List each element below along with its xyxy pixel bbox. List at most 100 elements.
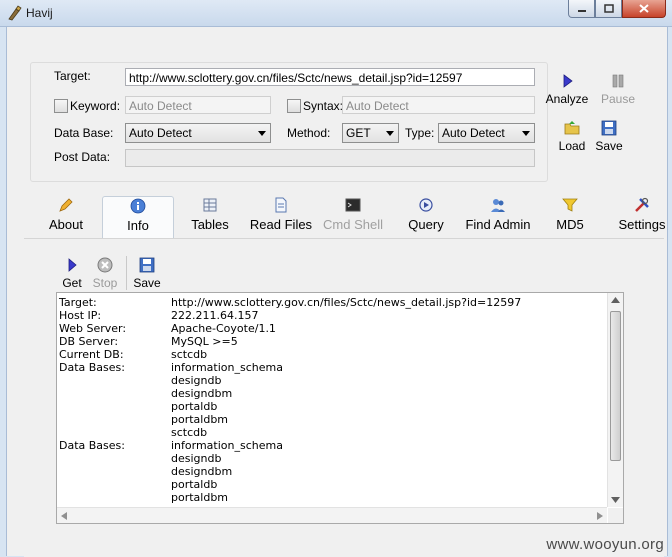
info-value: portaldb (171, 478, 218, 491)
keyword-checkbox[interactable] (54, 99, 68, 113)
vertical-scroll-thumb[interactable] (610, 311, 621, 461)
play-icon (68, 258, 77, 272)
info-value: information_schema (171, 439, 283, 452)
load-button[interactable]: Load (554, 119, 590, 153)
postdata-input[interactable] (125, 149, 535, 167)
database-select[interactable]: Auto Detect (125, 123, 271, 143)
tab-settings[interactable]: Settings (616, 196, 668, 238)
title-bar: Havij (0, 0, 672, 27)
minimize-button[interactable] (568, 0, 595, 18)
tab-about[interactable]: About (44, 196, 88, 238)
tab-info-label: Info (127, 218, 149, 233)
type-select[interactable]: Auto Detect (438, 123, 535, 143)
info-value: portaldb (171, 400, 218, 413)
horizontal-scrollbar[interactable] (57, 507, 607, 523)
scroll-left-icon[interactable] (61, 512, 67, 520)
tab-cmd-shell-label: Cmd Shell (323, 217, 383, 232)
info-value: Apache-Coyote/1.1 (171, 322, 276, 335)
tab-query-label: Query (408, 217, 444, 232)
tab-find-admin-label: Find Admin (465, 217, 531, 232)
scroll-right-icon[interactable] (597, 512, 603, 520)
info-output[interactable]: Target: http://www.sclottery.gov.cn/files… (56, 292, 624, 524)
tab-md5[interactable]: MD5 (552, 196, 588, 238)
database-select-value: Auto Detect (129, 126, 192, 140)
maximize-button[interactable] (595, 0, 622, 18)
keyword-input[interactable]: Auto Detect (125, 96, 271, 114)
pause-button[interactable]: Pause (598, 72, 638, 106)
info-value: sctcdb (171, 348, 208, 361)
vertical-scrollbar[interactable] (607, 293, 623, 507)
save-button[interactable]: Save (594, 119, 624, 153)
info-value: designdbm (171, 465, 233, 478)
info-value: designdb (171, 452, 222, 465)
postdata-label: Post Data: (54, 150, 111, 164)
info-value: information_schema (171, 361, 283, 374)
info-value: designdb (171, 374, 222, 387)
info-key: Data Bases: (59, 439, 125, 452)
tab-md5-label: MD5 (556, 217, 584, 232)
pause-label: Pause (600, 92, 636, 106)
info-value: portaldbm (171, 491, 229, 504)
floppy-icon (601, 120, 617, 136)
info-save-label: Save (133, 276, 161, 290)
analyze-label: Analyze (545, 92, 589, 106)
get-label: Get (62, 276, 82, 290)
tab-find-admin[interactable]: Find Admin (462, 196, 534, 238)
analyze-button[interactable]: Analyze (544, 72, 590, 106)
load-label: Load (558, 139, 586, 153)
tab-about-label: About (49, 217, 83, 232)
tab-cmd-shell[interactable]: Cmd Shell (322, 196, 384, 238)
chevron-down-icon (522, 131, 530, 136)
info-value: 222.211.64.157 (171, 309, 259, 322)
scroll-down-icon[interactable] (611, 497, 620, 503)
havij-app-icon (8, 5, 22, 21)
syntax-checkbox[interactable] (287, 99, 301, 113)
syntax-input[interactable]: Auto Detect (342, 96, 535, 114)
pencil-icon (59, 198, 73, 212)
info-save-button[interactable]: Save (132, 256, 162, 290)
target-input[interactable]: http://www.sclottery.gov.cn/files/Sctc/n… (125, 68, 535, 86)
close-button[interactable] (622, 0, 666, 18)
toolbar-separator (126, 256, 127, 290)
file-icon (275, 197, 287, 213)
info-value: portaldbm (171, 413, 229, 426)
tab-info[interactable]: Info (102, 196, 174, 239)
play-icon (563, 74, 573, 88)
scrollbar-corner (608, 508, 623, 523)
stop-button[interactable]: Stop (90, 256, 120, 290)
folder-icon (564, 121, 580, 135)
stop-icon (97, 257, 113, 273)
info-key: Web Server: (59, 322, 127, 335)
info-key: DB Server: (59, 335, 119, 348)
get-button[interactable]: Get (60, 256, 84, 290)
target-label: Target: (54, 69, 91, 83)
info-value: designdbm (171, 387, 233, 400)
tab-query[interactable]: Query (405, 196, 447, 238)
users-icon (491, 199, 505, 212)
stop-label: Stop (92, 276, 118, 290)
tab-read-files[interactable]: Read Files (249, 196, 313, 238)
scroll-up-icon[interactable] (611, 297, 620, 303)
tab-tables-label: Tables (191, 217, 229, 232)
tools-icon (635, 197, 649, 212)
tab-read-files-label: Read Files (249, 217, 313, 232)
info-key: Data Bases: (59, 361, 125, 374)
tab-settings-label: Settings (618, 217, 666, 232)
method-select[interactable]: GET (342, 123, 399, 143)
method-label: Method: (287, 126, 331, 140)
info-icon (130, 198, 146, 214)
save-label: Save (595, 139, 623, 153)
chevron-down-icon (386, 131, 394, 136)
type-select-value: Auto Detect (442, 126, 505, 140)
pause-icon (612, 74, 624, 88)
keyword-label: Keyword: (70, 99, 121, 113)
tab-tables[interactable]: Tables (188, 196, 232, 238)
maximize-icon (603, 4, 614, 13)
minimize-icon (577, 9, 586, 12)
info-key: Target: (59, 296, 97, 309)
method-select-value: GET (346, 126, 371, 140)
info-output-text[interactable]: Target: http://www.sclottery.gov.cn/files… (57, 293, 607, 507)
info-value: http://www.sclottery.gov.cn/files/Sctc/n… (171, 296, 522, 309)
type-label: Type: (405, 126, 435, 140)
terminal-icon (345, 198, 361, 212)
